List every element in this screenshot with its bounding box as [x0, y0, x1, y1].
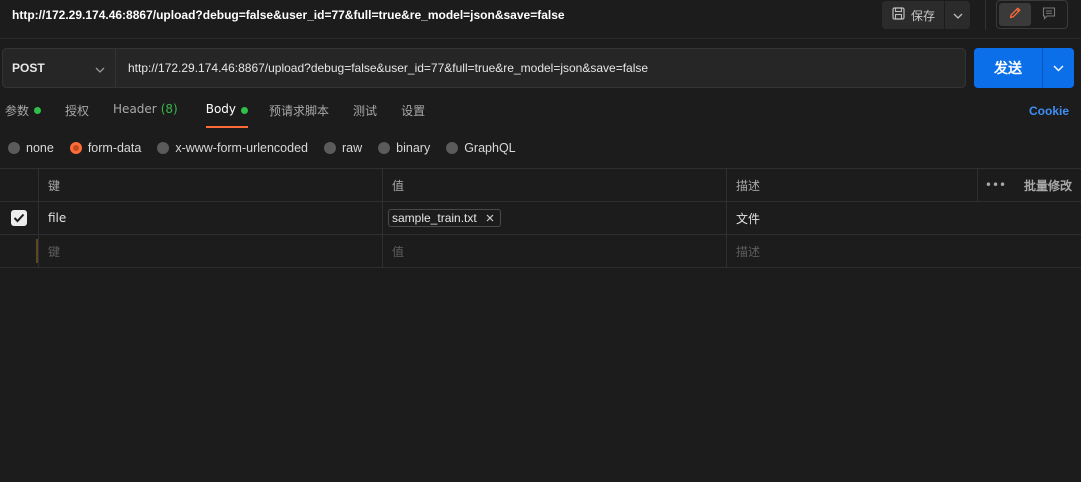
tab-tests-label: 测试	[353, 104, 378, 118]
body-type-raw[interactable]: raw	[324, 141, 362, 155]
url-input-value: http://172.29.174.46:8867/upload?debug=f…	[128, 61, 649, 75]
pencil-icon	[1008, 6, 1022, 23]
table-row: file sample_train.txt 文件	[0, 202, 1081, 235]
row-enabled-checkbox[interactable]	[11, 210, 27, 226]
body-type-binary-label: binary	[396, 141, 431, 155]
save-options-button[interactable]	[944, 1, 970, 29]
tab-params-label: 参数	[5, 104, 30, 118]
tab-pre-request-script[interactable]: 预请求脚本	[269, 102, 329, 128]
new-description-input[interactable]: 描述	[726, 235, 977, 267]
tab-settings-label: 设置	[401, 104, 426, 118]
request-title[interactable]: http://172.29.174.46:8867/upload?debug=f…	[12, 8, 565, 22]
table-header-row: 键 值 描述 ••• 批量修改	[0, 168, 1081, 202]
header-value: 值	[382, 169, 726, 201]
url-input[interactable]: http://172.29.174.46:8867/upload?debug=f…	[116, 48, 966, 88]
radio-unchecked-icon	[157, 142, 170, 154]
tab-header-label: Header	[113, 102, 157, 116]
tab-body-indicator	[241, 107, 249, 114]
request-tabs: 参数 授权 Header (8) Body 预请求脚本 测试 设置	[0, 102, 425, 128]
body-type-binary[interactable]: binary	[378, 141, 430, 155]
method-label: POST	[12, 61, 45, 75]
tab-body-label: Body	[205, 102, 237, 116]
save-icon	[892, 7, 905, 23]
body-type-graphql-label: GraphQL	[464, 141, 516, 155]
send-options-button[interactable]	[1042, 48, 1074, 88]
radio-unchecked-icon	[8, 142, 20, 154]
body-type-form-data[interactable]: form-data	[69, 141, 142, 155]
send-group: 发送	[974, 48, 1074, 88]
tab-header-count: (8)	[160, 102, 178, 116]
view-mode-toggle	[996, 0, 1068, 29]
body-type-selector: none form-data x-www-form-urlencoded raw…	[8, 140, 532, 156]
method-select[interactable]: POST	[2, 48, 116, 88]
file-chip: sample_train.txt	[388, 209, 501, 227]
body-type-form-data-label: form-data	[87, 141, 142, 155]
radio-unchecked-icon	[324, 142, 336, 154]
tab-auth[interactable]: 授权	[65, 102, 89, 128]
header-description: 描述	[726, 169, 977, 201]
header-key: 键	[38, 169, 382, 201]
tab-body[interactable]: Body	[205, 102, 249, 128]
remove-file-icon[interactable]	[486, 214, 494, 222]
tab-settings[interactable]: 设置	[401, 102, 425, 128]
tab-tests[interactable]: 测试	[353, 102, 377, 128]
comment-icon	[1042, 6, 1056, 23]
new-key-input[interactable]: 键	[38, 235, 382, 267]
title-divider	[0, 38, 1081, 39]
active-tab-underline	[205, 126, 249, 128]
cookie-link[interactable]: Cookie	[1029, 104, 1069, 118]
chevron-down-icon	[1053, 65, 1064, 72]
radio-checked-icon	[69, 142, 82, 154]
header-check-cell	[0, 169, 38, 201]
new-value-input[interactable]: 值	[382, 235, 726, 267]
form-data-table: 键 值 描述 ••• 批量修改 file sample_train.txt 文件…	[0, 168, 1081, 268]
row-check-cell	[0, 202, 38, 234]
body-type-none-label: none	[26, 141, 54, 155]
tab-pre-request-script-label: 预请求脚本	[269, 104, 330, 118]
chevron-down-icon	[95, 63, 105, 73]
tab-params-indicator	[34, 107, 42, 114]
empty-check-cell	[0, 235, 38, 267]
file-name: sample_train.txt	[392, 211, 477, 225]
tab-header[interactable]: Header (8)	[113, 102, 178, 128]
radio-unchecked-icon	[378, 142, 391, 154]
body-type-graphql[interactable]: GraphQL	[446, 141, 516, 155]
bulk-edit-button[interactable]: 批量修改	[1013, 169, 1081, 201]
more-options-icon[interactable]: •••	[977, 169, 1013, 201]
body-type-urlencoded[interactable]: x-www-form-urlencoded	[157, 141, 308, 155]
toolbar-divider	[985, 0, 986, 30]
tab-params[interactable]: 参数	[5, 102, 42, 128]
title-bar: http://172.29.174.46:8867/upload?debug=f…	[0, 0, 1081, 32]
edit-mode-button[interactable]	[999, 3, 1031, 26]
send-button[interactable]: 发送	[974, 48, 1042, 88]
row-value-cell[interactable]: sample_train.txt	[382, 202, 726, 234]
save-button[interactable]: 保存	[882, 1, 944, 29]
save-label: 保存	[911, 8, 936, 23]
tab-auth-label: 授权	[65, 104, 90, 118]
row-key-input[interactable]: file	[38, 202, 382, 234]
table-row-empty: 键 值 描述	[0, 235, 1081, 268]
radio-unchecked-icon	[446, 142, 459, 154]
row-description-input[interactable]: 文件	[726, 202, 977, 234]
comment-mode-button[interactable]	[1033, 3, 1065, 26]
body-type-raw-label: raw	[342, 141, 363, 155]
save-group: 保存	[882, 1, 970, 29]
body-type-urlencoded-label: x-www-form-urlencoded	[175, 141, 308, 155]
body-type-none[interactable]: none	[8, 141, 54, 155]
chevron-down-icon	[953, 8, 963, 22]
